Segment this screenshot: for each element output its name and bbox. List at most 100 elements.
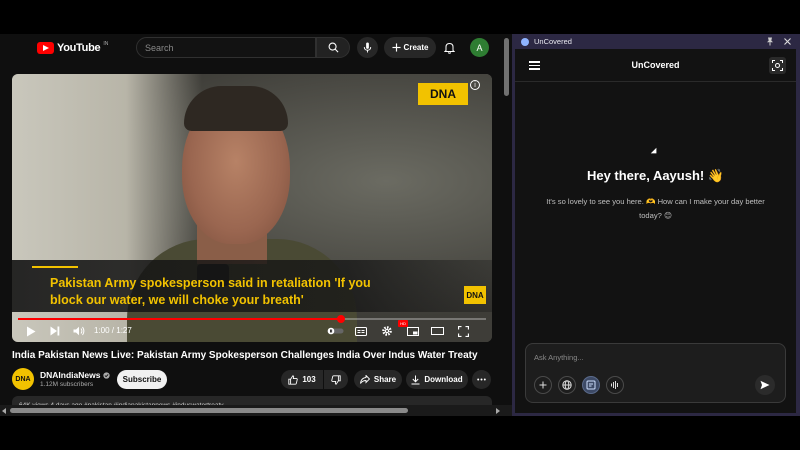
search-input[interactable]: Search <box>136 37 316 58</box>
caption-accent-line <box>32 266 78 268</box>
channel-watermark: DNA <box>418 83 468 105</box>
uncovered-window: UnCovered UnCovered Hey there, Aayush! 👋… <box>512 34 800 416</box>
dislike-button[interactable] <box>324 370 348 389</box>
like-count: 103 <box>302 375 316 384</box>
plus-icon <box>539 381 547 389</box>
theater-mode-button[interactable] <box>430 324 444 338</box>
more-actions-button[interactable] <box>472 370 491 389</box>
greeting-heading: Hey there, Aayush! 👋 <box>586 168 725 183</box>
horizontal-scroll-thumb[interactable] <box>10 408 408 413</box>
plus-icon <box>391 43 401 52</box>
video-player[interactable]: DNA i Pakistan Army spokesperson said in… <box>12 74 492 342</box>
channel-name[interactable]: DNAIndiaNews <box>40 370 111 380</box>
share-button[interactable]: Share <box>354 370 402 389</box>
bell-icon <box>444 42 455 54</box>
like-button[interactable]: 103 <box>281 370 323 389</box>
send-button[interactable] <box>755 375 775 395</box>
thumbs-down-icon <box>331 374 341 385</box>
caption-line-1: Pakistan Army spokesperson said in retal… <box>50 276 371 290</box>
video-title: India Pakistan News Live: Pakistan Army … <box>12 350 478 361</box>
share-icon <box>359 375 370 384</box>
volume-icon <box>73 326 85 336</box>
close-icon <box>784 38 791 45</box>
video-person-hair <box>184 86 288 131</box>
fullscreen-icon <box>457 325 469 337</box>
uncovered-app: UnCovered Hey there, Aayush! 👋 It's so l… <box>515 49 796 413</box>
chat-input-placeholder[interactable]: Ask Anything... <box>534 353 584 362</box>
welcome-message: It's so lovely to see you here. 🫶 How ca… <box>546 197 765 220</box>
close-button[interactable] <box>782 36 793 47</box>
gear-icon <box>382 326 392 336</box>
account-avatar[interactable]: A <box>470 38 489 57</box>
screen-capture-button[interactable] <box>769 57 786 74</box>
globe-icon <box>562 380 572 390</box>
share-label: Share <box>373 375 397 384</box>
autoplay-icon <box>327 327 343 335</box>
horizontal-scrollbar[interactable] <box>0 405 512 416</box>
youtube-play-logo-icon <box>37 42 54 54</box>
mouse-cursor <box>650 147 660 157</box>
download-icon <box>411 375 420 384</box>
vertical-scrollbar[interactable] <box>504 38 509 96</box>
screen-analysis-button[interactable] <box>582 376 600 394</box>
youtube-topbar: YouTube IN Search Create A <box>0 34 512 62</box>
caption-line-2: block our water, we will choke your brea… <box>50 293 304 307</box>
theater-icon <box>430 327 444 335</box>
scroll-right-arrow[interactable] <box>496 408 500 414</box>
miniplayer-button[interactable] <box>406 324 420 338</box>
window-title: UnCovered <box>534 37 572 46</box>
subscribe-button[interactable]: Subscribe <box>117 370 167 389</box>
next-icon <box>50 326 60 336</box>
verified-icon <box>103 371 111 379</box>
create-label: Create <box>403 43 429 52</box>
subscriber-count: 1.12M subscribers <box>40 381 94 388</box>
scroll-left-arrow[interactable] <box>2 408 6 414</box>
play-icon <box>27 326 36 336</box>
channel-name-text: DNAIndiaNews <box>40 370 101 380</box>
caption-watermark: DNA <box>464 286 486 304</box>
play-button[interactable] <box>24 324 38 338</box>
mute-button[interactable] <box>72 324 86 338</box>
youtube-country-code: IN <box>103 41 109 47</box>
uncovered-app-icon <box>521 38 529 46</box>
app-header: UnCovered <box>515 49 796 82</box>
youtube-logo-text: YouTube <box>57 42 101 54</box>
web-search-button[interactable] <box>558 376 576 394</box>
desktop-screen: YouTube IN Search Create A DNA i Pakista… <box>0 0 800 450</box>
microphone-icon <box>363 42 372 53</box>
miniplayer-icon <box>407 326 419 336</box>
youtube-logo[interactable]: YouTube IN <box>37 41 108 55</box>
screen-scan-icon <box>586 380 596 390</box>
download-label: Download <box>424 375 463 384</box>
download-button[interactable]: Download <box>406 370 468 389</box>
thumbs-up-icon <box>288 374 298 385</box>
fullscreen-button[interactable] <box>456 324 470 338</box>
pin-button[interactable] <box>764 36 775 47</box>
info-icon[interactable]: i <box>470 80 480 90</box>
time-display: 1:00 / 1:27 <box>94 326 132 335</box>
progress-played <box>18 318 341 320</box>
search-button[interactable] <box>316 37 350 58</box>
progress-bar[interactable] <box>18 315 486 323</box>
audio-wave-icon <box>611 381 618 389</box>
voice-search-button[interactable] <box>357 37 378 58</box>
voice-mode-button[interactable] <box>606 376 624 394</box>
youtube-window: YouTube IN Search Create A DNA i Pakista… <box>0 34 512 416</box>
screenshot-frame-icon <box>772 60 783 71</box>
next-button[interactable] <box>48 324 62 338</box>
chat-input-box[interactable]: Ask Anything... <box>525 343 786 403</box>
autoplay-toggle[interactable] <box>326 324 344 338</box>
captions-button[interactable] <box>354 324 368 338</box>
window-titlebar[interactable]: UnCovered <box>512 34 800 49</box>
more-horizontal-icon <box>477 378 486 381</box>
create-button[interactable]: Create <box>384 37 436 58</box>
pin-icon <box>766 37 773 46</box>
channel-avatar[interactable]: DNA <box>12 368 34 390</box>
send-icon <box>760 380 770 390</box>
add-attachment-button[interactable] <box>534 376 552 394</box>
app-title: UnCovered <box>631 60 680 70</box>
settings-button[interactable] <box>380 324 394 338</box>
closed-captions-icon <box>355 326 367 336</box>
notifications-button[interactable] <box>441 39 458 56</box>
progress-scrubber[interactable] <box>336 315 345 323</box>
